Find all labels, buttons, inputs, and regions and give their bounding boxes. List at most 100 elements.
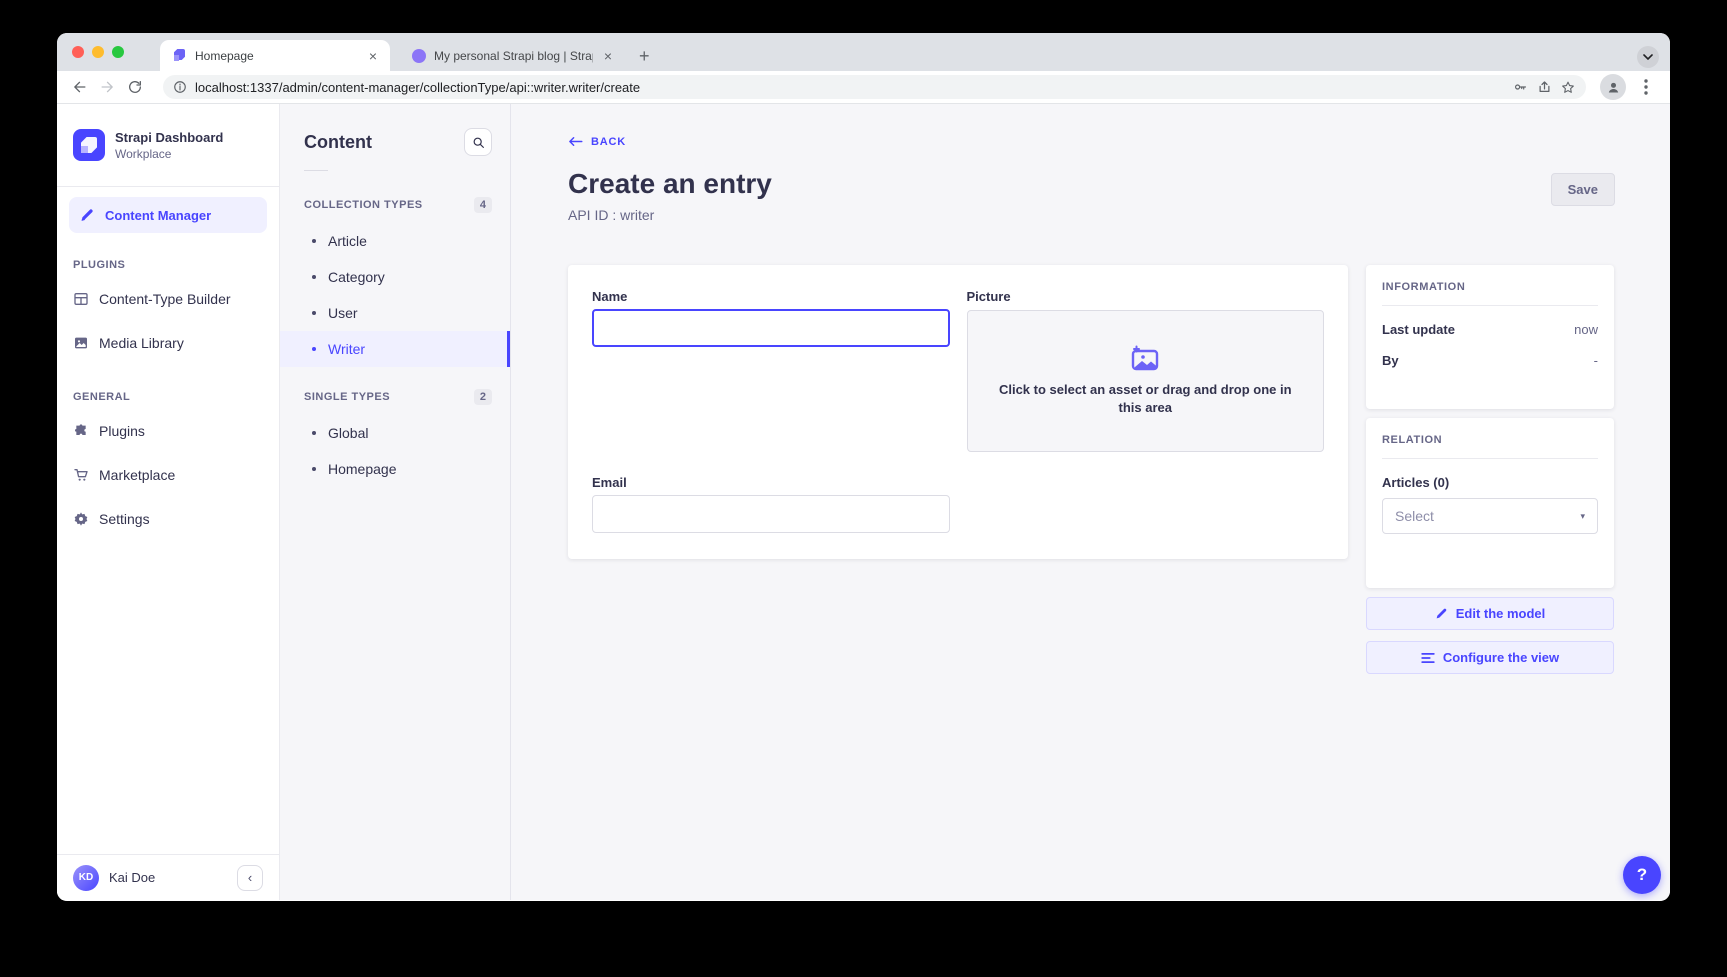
- name-input[interactable]: [592, 309, 950, 347]
- articles-select[interactable]: Select ▾: [1382, 498, 1598, 534]
- cart-icon: [73, 467, 89, 483]
- tab-title: Homepage: [195, 49, 358, 63]
- sidebar-item-label: Media Library: [99, 335, 184, 351]
- layout-grid-icon: [73, 291, 89, 307]
- action-label: Edit the model: [1456, 606, 1546, 621]
- search-button[interactable]: [464, 128, 492, 156]
- user-name: Kai Doe: [109, 870, 155, 885]
- sidebar-item-label: Content Manager: [105, 208, 211, 223]
- configure-lines-icon: [1421, 652, 1435, 664]
- main-panel: BACK Create an entry API ID : writer Sav…: [511, 104, 1670, 900]
- tab-blog[interactable]: My personal Strapi blog | Strap ×: [400, 40, 625, 71]
- subnav-item-homepage[interactable]: Homepage: [280, 451, 510, 487]
- collection-types-count-badge: 4: [474, 197, 492, 213]
- gear-icon: [73, 511, 89, 527]
- subnav-item-article[interactable]: Article: [280, 223, 510, 259]
- by-row: By -: [1382, 353, 1598, 368]
- subnav-item-user[interactable]: User: [280, 295, 510, 331]
- pencil-icon: [1435, 607, 1448, 620]
- window-controls: [72, 46, 124, 58]
- forward-button[interactable]: [93, 73, 121, 101]
- upload-hint: Click to select an asset or drag and dro…: [990, 381, 1300, 416]
- tab-homepage[interactable]: Homepage ×: [160, 40, 390, 71]
- url-text: localhost:1337/admin/content-manager/col…: [195, 80, 1504, 95]
- sidebar-item-marketplace[interactable]: Marketplace: [57, 453, 279, 497]
- name-label: Name: [592, 289, 950, 304]
- email-label: Email: [592, 475, 950, 490]
- sidebar-item-label: Content-Type Builder: [99, 291, 231, 307]
- strapi-app: Strapi Dashboard Workplace Content Manag…: [57, 104, 1670, 900]
- info-label: By: [1382, 353, 1399, 368]
- tab-title: My personal Strapi blog | Strap: [434, 49, 593, 63]
- collapse-sidebar-button[interactable]: ‹: [237, 865, 263, 891]
- three-dots-icon: [1644, 79, 1648, 95]
- bullet-icon: [312, 311, 316, 315]
- edit-model-button[interactable]: Edit the model: [1366, 597, 1614, 630]
- bullet-icon: [312, 275, 316, 279]
- share-icon[interactable]: [1537, 79, 1552, 95]
- back-link[interactable]: BACK: [568, 136, 626, 148]
- browser-window: Homepage × My personal Strapi blog | Str…: [57, 33, 1670, 901]
- sidebar-item-settings[interactable]: Settings: [57, 497, 279, 541]
- bullet-icon: [312, 239, 316, 243]
- subnav-item-label: Global: [328, 425, 368, 441]
- info-value: -: [1594, 353, 1598, 368]
- close-tab-icon[interactable]: ×: [366, 48, 380, 64]
- sidebar-item-content-manager[interactable]: Content Manager: [69, 197, 267, 233]
- blog-favicon-icon: [412, 49, 426, 63]
- search-icon: [472, 136, 485, 149]
- close-tab-icon[interactable]: ×: [601, 48, 615, 64]
- sidebar-section-general: GENERAL: [73, 391, 263, 403]
- sidebar-item-content-type-builder[interactable]: Content-Type Builder: [57, 277, 279, 321]
- subnav-item-writer[interactable]: Writer: [280, 331, 510, 367]
- main-sidebar: Strapi Dashboard Workplace Content Manag…: [57, 104, 280, 900]
- subnav-item-label: Writer: [328, 341, 365, 357]
- strapi-logo-icon: [73, 129, 105, 161]
- password-key-icon[interactable]: [1512, 80, 1529, 94]
- configure-view-button[interactable]: Configure the view: [1366, 641, 1614, 674]
- save-button[interactable]: Save: [1551, 173, 1615, 206]
- picture-upload-dropzone[interactable]: Click to select an asset or drag and dro…: [967, 310, 1325, 452]
- tab-search-button[interactable]: [1637, 46, 1659, 68]
- image-icon: [73, 335, 89, 351]
- back-arrow-icon: [568, 136, 583, 147]
- sidebar-item-media-library[interactable]: Media Library: [57, 321, 279, 365]
- bookmark-star-icon[interactable]: [1560, 80, 1576, 95]
- last-update-row: Last update now: [1382, 322, 1598, 337]
- zoom-window-button[interactable]: [112, 46, 124, 58]
- url-bar[interactable]: localhost:1337/admin/content-manager/col…: [163, 75, 1586, 99]
- back-label: BACK: [591, 136, 626, 148]
- browser-profile-avatar[interactable]: [1600, 74, 1626, 100]
- forward-arrow-icon: [99, 79, 116, 95]
- select-placeholder: Select: [1395, 508, 1434, 524]
- bullet-icon: [312, 431, 316, 435]
- reload-icon: [127, 79, 143, 95]
- divider: [1382, 458, 1598, 459]
- person-icon: [1606, 80, 1621, 95]
- single-types-count-badge: 2: [474, 389, 492, 405]
- user-avatar[interactable]: KD: [73, 865, 99, 891]
- browser-menu-button[interactable]: [1632, 73, 1660, 101]
- sidebar-item-label: Marketplace: [99, 467, 175, 483]
- back-button[interactable]: [65, 73, 93, 101]
- subnav-item-label: Article: [328, 233, 367, 249]
- picture-label: Picture: [967, 289, 1325, 304]
- page-title: Create an entry: [568, 168, 1614, 200]
- email-input[interactable]: [592, 495, 950, 533]
- subnav-item-category[interactable]: Category: [280, 259, 510, 295]
- new-tab-button[interactable]: +: [625, 46, 650, 71]
- close-window-button[interactable]: [72, 46, 84, 58]
- site-info-icon: [173, 80, 187, 94]
- relation-heading: RELATION: [1382, 434, 1598, 446]
- sidebar-item-plugins[interactable]: Plugins: [57, 409, 279, 453]
- name-field: Name: [592, 289, 950, 347]
- puzzle-icon: [73, 423, 89, 439]
- divider: [1382, 305, 1598, 306]
- strapi-favicon-icon: [172, 48, 187, 63]
- subnav-item-global[interactable]: Global: [280, 415, 510, 451]
- workspace-brand[interactable]: Strapi Dashboard Workplace: [57, 104, 279, 187]
- help-button[interactable]: ?: [1623, 856, 1661, 894]
- minimize-window-button[interactable]: [92, 46, 104, 58]
- sidebar-section-plugins: PLUGINS: [73, 259, 263, 271]
- reload-button[interactable]: [121, 73, 149, 101]
